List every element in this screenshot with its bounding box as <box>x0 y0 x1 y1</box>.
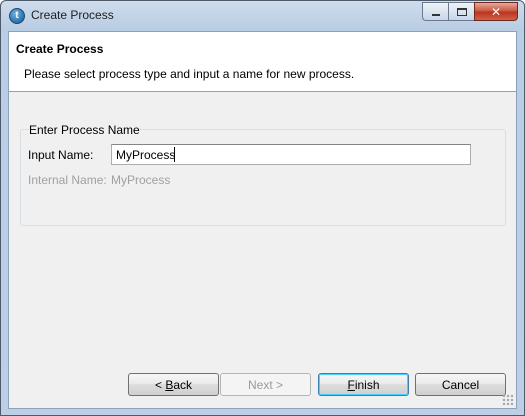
page-description: Please select process type and input a n… <box>24 67 355 81</box>
caption-buttons: ✕ <box>422 2 518 22</box>
title-bar[interactable]: t Create Process ✕ <box>1 1 524 31</box>
finish-rest: inish <box>354 377 380 392</box>
minimize-icon <box>431 13 440 16</box>
window-title: Create Process <box>31 8 114 22</box>
input-name-field[interactable] <box>111 144 471 165</box>
finish-mnemonic: F <box>347 377 355 392</box>
close-button[interactable]: ✕ <box>474 2 518 21</box>
internal-name-value: MyProcess <box>111 173 171 187</box>
wizard-header: Create Process Please select process typ… <box>9 32 516 92</box>
minimize-button[interactable] <box>422 2 448 21</box>
input-name-label: Input Name: <box>28 148 94 162</box>
back-button[interactable]: < Back <box>128 373 219 396</box>
back-rest: ack <box>173 377 193 392</box>
cancel-button[interactable]: Cancel <box>415 373 506 396</box>
create-process-window: t Create Process ✕ Create Process Please… <box>0 0 525 416</box>
page-title: Create Process <box>16 42 104 56</box>
finish-button[interactable]: Finish <box>318 373 409 396</box>
internal-name-label: Internal Name: <box>28 173 107 187</box>
maximize-icon <box>456 7 467 16</box>
resize-grip[interactable] <box>502 394 514 406</box>
group-legend: Enter Process Name <box>29 123 140 137</box>
text-caret <box>174 147 175 162</box>
talend-app-icon: t <box>9 8 25 24</box>
dialog-client-area: Create Process Please select process typ… <box>8 31 517 409</box>
back-mnemonic: B <box>165 377 174 392</box>
back-prefix: < <box>154 377 166 392</box>
close-icon: ✕ <box>490 4 502 19</box>
maximize-button[interactable] <box>448 2 474 21</box>
next-button[interactable]: Next > <box>220 373 311 396</box>
